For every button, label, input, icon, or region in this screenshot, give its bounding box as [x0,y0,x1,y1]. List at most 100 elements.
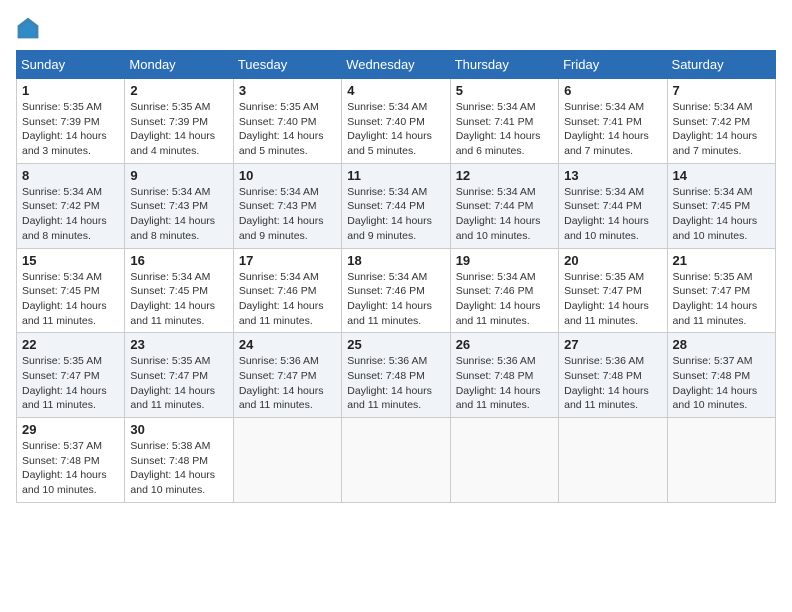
day-info: Sunrise: 5:37 AMSunset: 7:48 PMDaylight:… [22,439,119,498]
day-info: Sunrise: 5:34 AMSunset: 7:45 PMDaylight:… [130,270,227,329]
calendar-week-3: 15 Sunrise: 5:34 AMSunset: 7:45 PMDaylig… [17,248,776,333]
calendar-cell [559,418,667,503]
day-number: 19 [456,253,553,268]
day-number: 4 [347,83,444,98]
calendar-cell: 14 Sunrise: 5:34 AMSunset: 7:45 PMDaylig… [667,163,775,248]
calendar-cell: 8 Sunrise: 5:34 AMSunset: 7:42 PMDayligh… [17,163,125,248]
day-number: 8 [22,168,119,183]
calendar-cell: 30 Sunrise: 5:38 AMSunset: 7:48 PMDaylig… [125,418,233,503]
day-info: Sunrise: 5:35 AMSunset: 7:39 PMDaylight:… [130,100,227,159]
calendar-cell: 5 Sunrise: 5:34 AMSunset: 7:41 PMDayligh… [450,79,558,164]
day-number: 20 [564,253,661,268]
day-info: Sunrise: 5:34 AMSunset: 7:46 PMDaylight:… [239,270,336,329]
day-number: 13 [564,168,661,183]
calendar-cell: 24 Sunrise: 5:36 AMSunset: 7:47 PMDaylig… [233,333,341,418]
day-number: 11 [347,168,444,183]
day-number: 16 [130,253,227,268]
day-number: 21 [673,253,770,268]
day-info: Sunrise: 5:34 AMSunset: 7:45 PMDaylight:… [673,185,770,244]
day-number: 5 [456,83,553,98]
day-info: Sunrise: 5:34 AMSunset: 7:41 PMDaylight:… [456,100,553,159]
day-number: 3 [239,83,336,98]
day-info: Sunrise: 5:34 AMSunset: 7:43 PMDaylight:… [130,185,227,244]
calendar-cell: 21 Sunrise: 5:35 AMSunset: 7:47 PMDaylig… [667,248,775,333]
weekday-header-friday: Friday [559,51,667,79]
calendar-cell: 6 Sunrise: 5:34 AMSunset: 7:41 PMDayligh… [559,79,667,164]
calendar-cell: 26 Sunrise: 5:36 AMSunset: 7:48 PMDaylig… [450,333,558,418]
calendar-cell: 3 Sunrise: 5:35 AMSunset: 7:40 PMDayligh… [233,79,341,164]
day-info: Sunrise: 5:35 AMSunset: 7:39 PMDaylight:… [22,100,119,159]
calendar-cell: 1 Sunrise: 5:35 AMSunset: 7:39 PMDayligh… [17,79,125,164]
logo-icon [16,16,40,40]
day-info: Sunrise: 5:34 AMSunset: 7:42 PMDaylight:… [22,185,119,244]
calendar-cell: 10 Sunrise: 5:34 AMSunset: 7:43 PMDaylig… [233,163,341,248]
day-number: 9 [130,168,227,183]
calendar-cell: 4 Sunrise: 5:34 AMSunset: 7:40 PMDayligh… [342,79,450,164]
weekday-header-thursday: Thursday [450,51,558,79]
calendar-cell: 22 Sunrise: 5:35 AMSunset: 7:47 PMDaylig… [17,333,125,418]
calendar-cell: 20 Sunrise: 5:35 AMSunset: 7:47 PMDaylig… [559,248,667,333]
logo [16,16,44,40]
calendar-cell: 7 Sunrise: 5:34 AMSunset: 7:42 PMDayligh… [667,79,775,164]
day-info: Sunrise: 5:35 AMSunset: 7:40 PMDaylight:… [239,100,336,159]
day-info: Sunrise: 5:34 AMSunset: 7:41 PMDaylight:… [564,100,661,159]
day-info: Sunrise: 5:36 AMSunset: 7:47 PMDaylight:… [239,354,336,413]
day-info: Sunrise: 5:36 AMSunset: 7:48 PMDaylight:… [456,354,553,413]
day-info: Sunrise: 5:35 AMSunset: 7:47 PMDaylight:… [22,354,119,413]
day-info: Sunrise: 5:34 AMSunset: 7:46 PMDaylight:… [456,270,553,329]
calendar-cell: 29 Sunrise: 5:37 AMSunset: 7:48 PMDaylig… [17,418,125,503]
calendar-week-4: 22 Sunrise: 5:35 AMSunset: 7:47 PMDaylig… [17,333,776,418]
header [16,16,776,40]
day-info: Sunrise: 5:34 AMSunset: 7:43 PMDaylight:… [239,185,336,244]
weekday-header-monday: Monday [125,51,233,79]
calendar-cell: 23 Sunrise: 5:35 AMSunset: 7:47 PMDaylig… [125,333,233,418]
calendar-cell: 18 Sunrise: 5:34 AMSunset: 7:46 PMDaylig… [342,248,450,333]
calendar-cell: 28 Sunrise: 5:37 AMSunset: 7:48 PMDaylig… [667,333,775,418]
day-number: 25 [347,337,444,352]
day-info: Sunrise: 5:37 AMSunset: 7:48 PMDaylight:… [673,354,770,413]
calendar-week-1: 1 Sunrise: 5:35 AMSunset: 7:39 PMDayligh… [17,79,776,164]
calendar-cell: 19 Sunrise: 5:34 AMSunset: 7:46 PMDaylig… [450,248,558,333]
calendar-cell: 13 Sunrise: 5:34 AMSunset: 7:44 PMDaylig… [559,163,667,248]
calendar-cell: 15 Sunrise: 5:34 AMSunset: 7:45 PMDaylig… [17,248,125,333]
calendar-table: SundayMondayTuesdayWednesdayThursdayFrid… [16,50,776,503]
calendar-week-5: 29 Sunrise: 5:37 AMSunset: 7:48 PMDaylig… [17,418,776,503]
day-number: 26 [456,337,553,352]
day-number: 15 [22,253,119,268]
day-info: Sunrise: 5:34 AMSunset: 7:42 PMDaylight:… [673,100,770,159]
calendar-cell: 27 Sunrise: 5:36 AMSunset: 7:48 PMDaylig… [559,333,667,418]
day-number: 23 [130,337,227,352]
day-number: 1 [22,83,119,98]
calendar-cell: 17 Sunrise: 5:34 AMSunset: 7:46 PMDaylig… [233,248,341,333]
day-info: Sunrise: 5:34 AMSunset: 7:46 PMDaylight:… [347,270,444,329]
day-info: Sunrise: 5:36 AMSunset: 7:48 PMDaylight:… [347,354,444,413]
day-info: Sunrise: 5:35 AMSunset: 7:47 PMDaylight:… [130,354,227,413]
day-number: 2 [130,83,227,98]
day-info: Sunrise: 5:34 AMSunset: 7:40 PMDaylight:… [347,100,444,159]
day-number: 12 [456,168,553,183]
calendar-cell: 16 Sunrise: 5:34 AMSunset: 7:45 PMDaylig… [125,248,233,333]
day-number: 18 [347,253,444,268]
day-number: 10 [239,168,336,183]
day-info: Sunrise: 5:35 AMSunset: 7:47 PMDaylight:… [673,270,770,329]
day-number: 6 [564,83,661,98]
day-number: 17 [239,253,336,268]
day-info: Sunrise: 5:34 AMSunset: 7:44 PMDaylight:… [564,185,661,244]
day-info: Sunrise: 5:34 AMSunset: 7:44 PMDaylight:… [456,185,553,244]
weekday-header-saturday: Saturday [667,51,775,79]
day-info: Sunrise: 5:36 AMSunset: 7:48 PMDaylight:… [564,354,661,413]
calendar-cell [450,418,558,503]
calendar-cell: 12 Sunrise: 5:34 AMSunset: 7:44 PMDaylig… [450,163,558,248]
calendar-cell: 25 Sunrise: 5:36 AMSunset: 7:48 PMDaylig… [342,333,450,418]
day-number: 7 [673,83,770,98]
calendar-cell: 9 Sunrise: 5:34 AMSunset: 7:43 PMDayligh… [125,163,233,248]
calendar-week-2: 8 Sunrise: 5:34 AMSunset: 7:42 PMDayligh… [17,163,776,248]
weekday-header-wednesday: Wednesday [342,51,450,79]
day-number: 22 [22,337,119,352]
day-info: Sunrise: 5:35 AMSunset: 7:47 PMDaylight:… [564,270,661,329]
calendar-cell: 2 Sunrise: 5:35 AMSunset: 7:39 PMDayligh… [125,79,233,164]
calendar-cell [342,418,450,503]
day-number: 14 [673,168,770,183]
day-info: Sunrise: 5:38 AMSunset: 7:48 PMDaylight:… [130,439,227,498]
calendar-cell: 11 Sunrise: 5:34 AMSunset: 7:44 PMDaylig… [342,163,450,248]
